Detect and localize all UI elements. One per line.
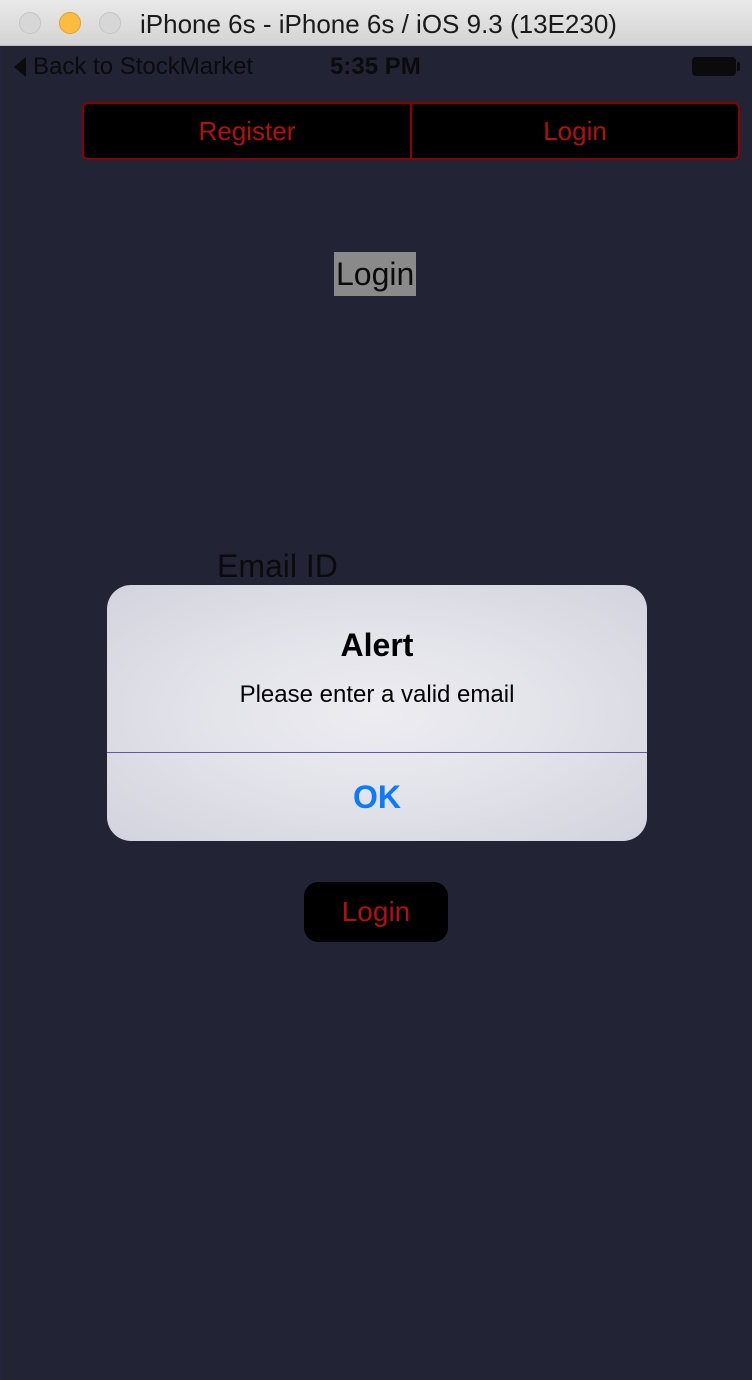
window-titlebar[interactable]: iPhone 6s - iPhone 6s / iOS 9.3 (13E230): [0, 0, 752, 46]
back-to-app-button[interactable]: Back to StockMarket: [14, 53, 253, 81]
back-arrow-icon: [14, 57, 26, 77]
email-field-label: Email ID: [217, 548, 338, 584]
simulator-window: iPhone 6s - iPhone 6s / iOS 9.3 (13E230)…: [0, 0, 752, 1380]
alert-dialog: Alert Please enter a valid email OK: [107, 585, 647, 841]
zoom-window-icon[interactable]: [99, 12, 121, 34]
alert-message: Please enter a valid email: [239, 681, 515, 708]
close-window-icon[interactable]: [19, 12, 41, 34]
window-title: iPhone 6s - iPhone 6s / iOS 9.3 (13E230): [140, 9, 617, 39]
status-time: 5:35 PM: [330, 53, 421, 80]
back-label: Back to StockMarket: [33, 53, 254, 80]
register-login-segmented-control[interactable]: Register Login: [82, 102, 740, 160]
minimize-window-icon[interactable]: [59, 12, 81, 34]
status-bar: Back to StockMarket 5:35 PM: [2, 46, 752, 86]
page-title: Login: [334, 252, 417, 296]
alert-title: Alert: [340, 627, 414, 663]
alert-ok-button[interactable]: OK: [107, 753, 647, 841]
segment-register[interactable]: Register: [84, 104, 410, 158]
device-screen: Back to StockMarket 5:35 PM Register Log…: [2, 46, 752, 1380]
segment-login[interactable]: Login: [410, 104, 738, 158]
battery-tip-icon: [737, 62, 740, 71]
battery-icon: [692, 57, 736, 76]
login-button[interactable]: Login: [304, 882, 448, 942]
